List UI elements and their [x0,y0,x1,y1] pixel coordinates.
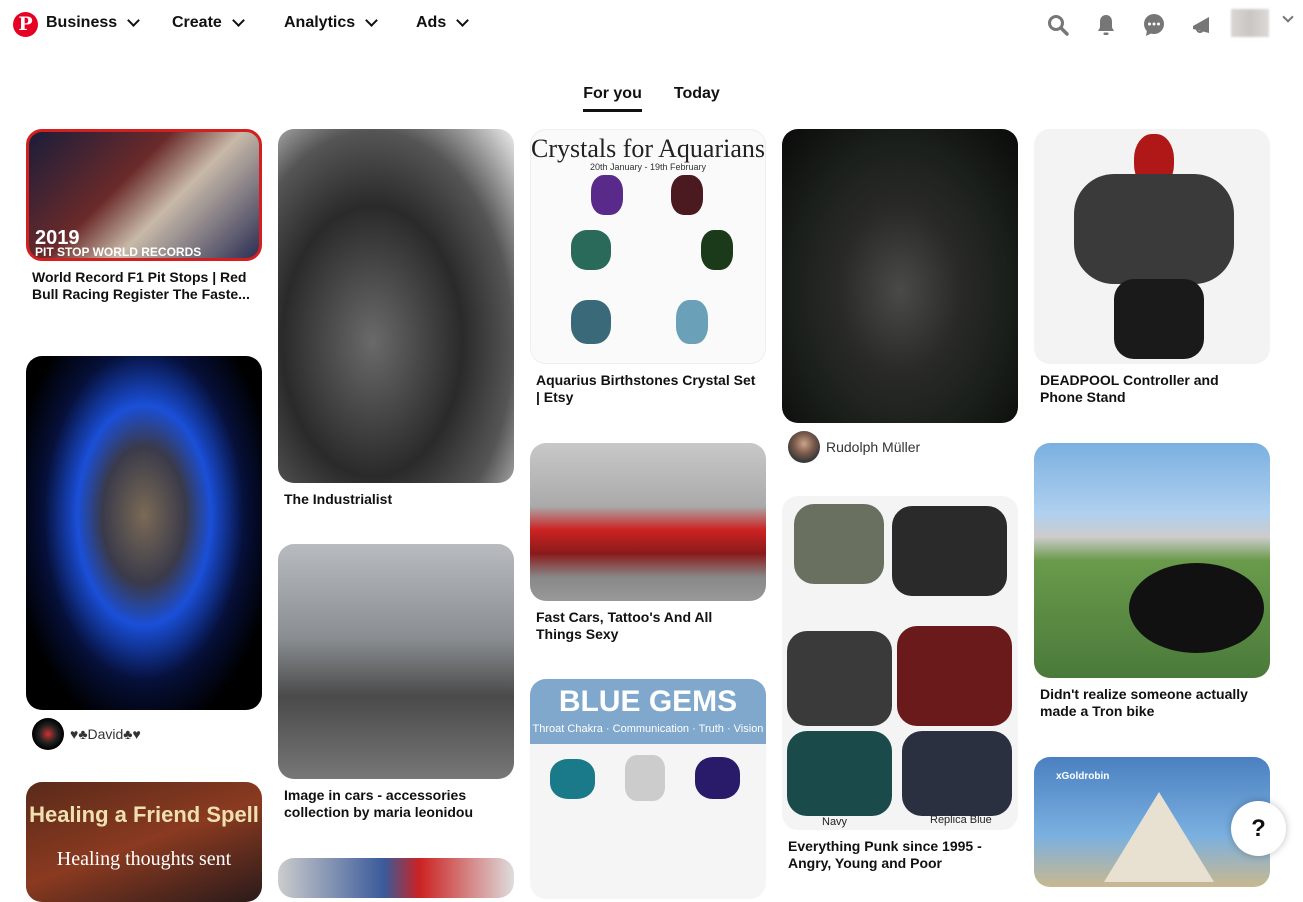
nav-analytics[interactable]: Analytics [284,14,379,32]
pin-image[interactable] [278,858,514,898]
chevron-down-icon [365,14,379,27]
nav-label: Business [46,14,118,31]
pin-title[interactable]: World Record F1 Pit Stops | Red Bull Rac… [26,261,262,303]
tab-today[interactable]: Today [674,85,720,112]
account-chevron-icon[interactable] [1282,11,1294,23]
pin-author[interactable]: ♥♣David♣♥ [70,726,141,742]
pin-motorcycle[interactable]: Rudolph Müller [782,129,1018,463]
profile-avatar[interactable] [1231,9,1269,37]
top-nav: P Business Create Analytics Ads [0,0,1303,52]
image-text: Healing thoughts sent [56,848,232,870]
pin-mustang[interactable]: Fast Cars, Tattoo's And All Things Sexy [530,443,766,643]
pin-image[interactable]: Navy Replica Blue [782,496,1018,830]
chevron-down-icon [456,14,470,27]
feed-tabs: For you Today [0,85,1303,112]
pin-title[interactable]: Didn't realize someone actually made a T… [1034,678,1270,720]
pin-title[interactable]: Image in cars - accessories collection b… [278,779,514,821]
pin-crystals[interactable]: Crystals for Aquarians 20th January - 19… [530,129,766,406]
pin-skull[interactable]: ♥♣David♣♥ [26,356,262,750]
pin-image[interactable] [1034,129,1270,364]
pin-partial[interactable] [278,858,514,898]
pin-image[interactable] [530,443,766,601]
pinterest-logo[interactable]: P [13,12,38,37]
pin-title[interactable]: Everything Punk since 1995 - Angry, Youn… [782,830,1018,872]
image-text: xGoldrobin [1056,771,1110,782]
chevron-down-icon [127,14,141,27]
pin-image[interactable]: Crystals for Aquarians 20th January - 19… [530,129,766,364]
pin-image[interactable]: 2019 PIT STOP WORLD RECORDS [26,129,262,261]
pin-bluegems[interactable]: BLUE GEMS Throat Chakra · Communication … [530,679,766,899]
messages-icon[interactable] [1142,13,1166,37]
pin-tron[interactable]: Didn't realize someone actually made a T… [1034,443,1270,720]
avatar[interactable] [32,718,64,750]
pin-image[interactable] [1034,443,1270,678]
image-text: Replica Blue [930,814,992,826]
help-button[interactable]: ? [1231,801,1286,856]
pin-title[interactable]: Fast Cars, Tattoo's And All Things Sexy [530,601,766,643]
image-text: BLUE GEMS [558,685,738,718]
image-text: Navy [822,816,848,828]
image-text: Crystals for Aquarians [531,134,765,163]
nav-create[interactable]: Create [172,14,245,32]
pin-astonmartin[interactable]: Image in cars - accessories collection b… [278,544,514,821]
pin-image[interactable] [278,129,514,483]
chevron-down-icon [231,14,245,27]
nav-label: Ads [416,14,447,31]
tab-for-you[interactable]: For you [583,85,642,112]
pin-title[interactable]: The Industrialist [278,483,514,508]
pin-author[interactable]: Rudolph Müller [826,439,920,455]
pin-jackets[interactable]: Navy Replica Blue Everything Punk since … [782,496,1018,872]
nav-business[interactable]: Business [46,14,141,32]
pin-image[interactable] [782,129,1018,423]
image-text: PIT STOP WORLD RECORDS [35,245,202,259]
pin-image[interactable]: Healing a Friend Spell Healing thoughts … [26,782,262,902]
megaphone-icon[interactable] [1190,13,1214,37]
pin-image[interactable]: BLUE GEMS Throat Chakra · Communication … [530,679,766,899]
pin-mercedes[interactable]: The Industrialist [278,129,514,508]
image-text: Throat Chakra · Communication · Truth · … [532,723,764,735]
pin-deadpool[interactable]: DEADPOOL Controller and Phone Stand [1034,129,1270,406]
nav-label: Create [172,14,222,31]
nav-label: Analytics [284,14,356,31]
pin-title[interactable]: Aquarius Birthstones Crystal Set | Etsy [530,364,766,406]
pin-image[interactable] [278,544,514,779]
bell-icon[interactable] [1094,13,1118,37]
image-text: 20th January - 19th February [589,162,707,172]
pin-title[interactable]: DEADPOOL Controller and Phone Stand [1034,364,1270,406]
pin-f1[interactable]: 2019 PIT STOP WORLD RECORDS World Record… [26,129,262,303]
avatar[interactable] [788,431,820,463]
pin-image[interactable] [26,356,262,710]
pin-healing[interactable]: Healing a Friend Spell Healing thoughts … [26,782,262,902]
search-icon[interactable] [1046,13,1070,37]
nav-ads[interactable]: Ads [416,14,470,32]
image-text: Healing a Friend Spell [29,802,259,827]
